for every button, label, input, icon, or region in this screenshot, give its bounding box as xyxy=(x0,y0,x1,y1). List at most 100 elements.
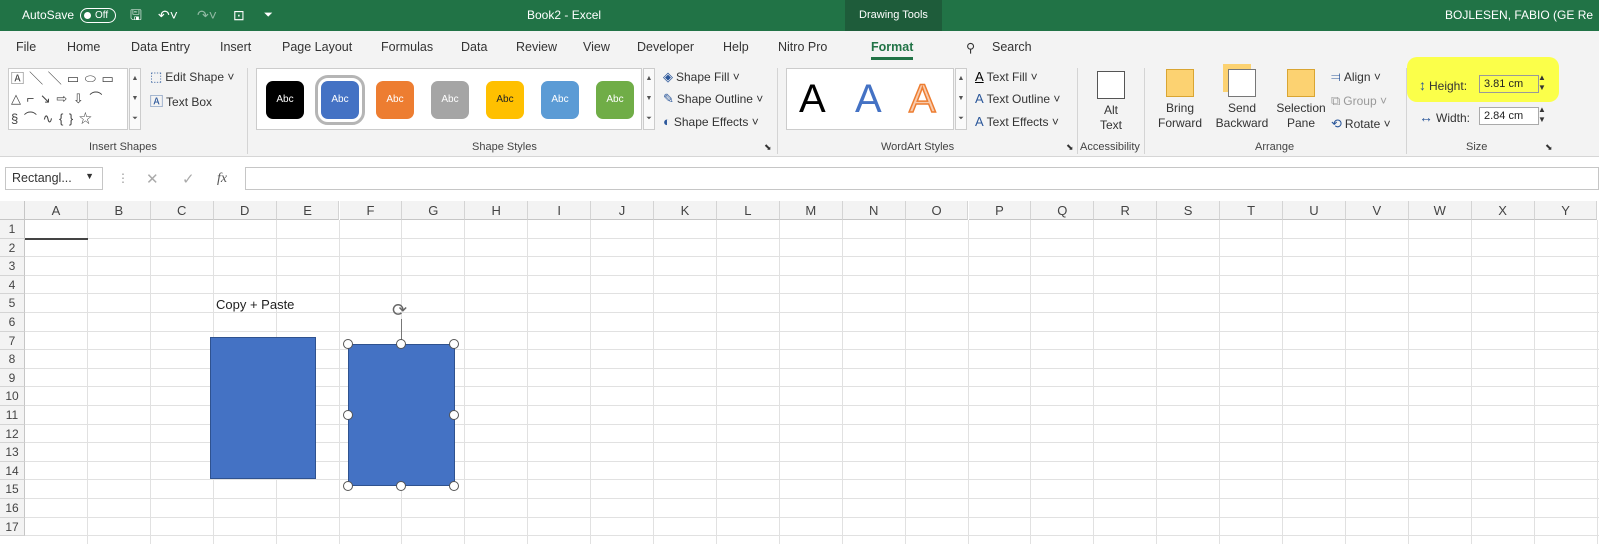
column-header[interactable]: F xyxy=(339,201,403,220)
resize-handle[interactable] xyxy=(449,339,459,349)
row-header[interactable]: 9 xyxy=(0,368,25,388)
tab-data[interactable]: Data xyxy=(461,40,487,54)
wordart-gallery[interactable]: A A A xyxy=(786,68,954,130)
column-header[interactable]: S xyxy=(1157,201,1221,220)
customize-quick-access-icon[interactable]: ⏷ xyxy=(264,7,273,23)
select-all-corner[interactable] xyxy=(0,201,25,220)
undo-icon[interactable]: ↶˅ xyxy=(158,7,178,23)
row-header[interactable]: 2 xyxy=(0,238,25,258)
shapes-gallery-scroll[interactable]: ▲ ▼ ⏷ xyxy=(129,68,141,130)
align-button[interactable]: ⫤ Align ˅ xyxy=(1331,69,1381,85)
resize-handle[interactable] xyxy=(343,481,353,491)
cell-d5-text[interactable]: Copy + Paste xyxy=(216,297,294,312)
tab-page-layout[interactable]: Page Layout xyxy=(282,40,352,54)
shape-row[interactable]: △ ⌐ ↘ ⇨ ⇩ ⌒ xyxy=(11,89,127,109)
shapes-gallery[interactable]: 🄰 ╲ ╲ ▭ ⬭ ▭ △ ⌐ ↘ ⇨ ⇩ ⌒ § ⌒ ∿ { } ☆ xyxy=(8,68,128,130)
row-header[interactable]: 10 xyxy=(0,387,25,406)
row-header[interactable]: 12 xyxy=(0,424,25,444)
rectangle-shape-selected[interactable] xyxy=(348,344,455,486)
shape-fill-button[interactable]: ◈ Shape Fill ˅ xyxy=(663,69,740,85)
row-header[interactable]: 14 xyxy=(0,461,25,481)
column-header[interactable]: G xyxy=(402,201,466,220)
edit-shape-button[interactable]: ⬚ Edit Shape ˅ xyxy=(150,69,234,85)
shape-style-swatch[interactable]: Abc xyxy=(541,81,579,119)
shape-outline-button[interactable]: ✎ Shape Outline ˅ xyxy=(663,91,763,107)
tab-file[interactable]: File xyxy=(16,40,36,54)
text-box-button[interactable]: 🄰 Text Box xyxy=(150,91,212,110)
resize-handle[interactable] xyxy=(449,481,459,491)
row-header[interactable]: 6 xyxy=(0,313,25,332)
row-header[interactable]: 4 xyxy=(0,275,25,295)
name-box-dropdown-icon[interactable]: ▼ xyxy=(85,171,94,181)
column-header[interactable]: A xyxy=(25,201,88,220)
tab-format[interactable]: Format xyxy=(871,40,914,60)
enter-icon[interactable]: ✓ xyxy=(182,170,195,188)
insert-function-icon[interactable]: fx xyxy=(217,171,227,187)
row-header[interactable]: 16 xyxy=(0,499,25,518)
column-header[interactable]: R xyxy=(1094,201,1158,220)
column-header[interactable]: U xyxy=(1283,201,1346,220)
new-sheet-icon[interactable]: ⊡ xyxy=(233,7,245,23)
shape-style-swatch[interactable]: Abc xyxy=(596,81,634,119)
shape-style-swatch[interactable]: Abc xyxy=(315,75,365,125)
rectangle-shape[interactable] xyxy=(210,337,316,479)
row-header[interactable]: 13 xyxy=(0,443,25,462)
column-header[interactable]: C xyxy=(150,201,214,220)
bring-forward-button[interactable]: Bring Forward xyxy=(1152,69,1208,131)
column-header[interactable]: H xyxy=(465,201,529,220)
wordart-style-black[interactable]: A xyxy=(799,77,826,121)
tab-data-entry[interactable]: Data Entry xyxy=(131,40,190,54)
resize-handle[interactable] xyxy=(449,410,459,420)
width-spinner[interactable]: ▲ ▼ xyxy=(1538,105,1546,125)
group-button[interactable]: ⧉ Group ˅ xyxy=(1331,93,1387,109)
redo-icon[interactable]: ↷˅ xyxy=(197,7,217,23)
column-header[interactable]: O xyxy=(905,201,969,220)
wordart-style-orange-outline[interactable]: A xyxy=(908,76,936,122)
row-header[interactable]: 8 xyxy=(0,350,25,369)
column-header[interactable]: X xyxy=(1471,201,1535,220)
shape-styles-gallery[interactable]: Abc Abc Abc Abc Abc Abc Abc xyxy=(256,68,642,130)
row-header[interactable]: 5 xyxy=(0,294,25,313)
column-header[interactable]: V xyxy=(1345,201,1409,220)
shape-style-swatch[interactable]: Abc xyxy=(486,81,524,119)
column-header[interactable]: N xyxy=(842,201,906,220)
text-fill-button[interactable]: A Text Fill ˅ xyxy=(975,69,1038,84)
tab-nitro-pro[interactable]: Nitro Pro xyxy=(778,40,827,54)
text-outline-button[interactable]: A Text Outline ˅ xyxy=(975,91,1060,106)
tab-review[interactable]: Review xyxy=(516,40,557,54)
wordart-style-blue[interactable]: A xyxy=(855,77,882,121)
resize-handle[interactable] xyxy=(396,339,406,349)
selection-pane-button[interactable]: Selection Pane xyxy=(1275,69,1327,131)
user-name[interactable]: BOJLESEN, FABIO (GE Re xyxy=(1445,8,1593,22)
column-header[interactable]: W xyxy=(1408,201,1472,220)
tab-view[interactable]: View xyxy=(583,40,610,54)
formula-input[interactable] xyxy=(245,167,1599,190)
tab-home[interactable]: Home xyxy=(67,40,100,54)
rotate-handle-icon[interactable]: ⟳ xyxy=(392,300,407,321)
shape-row[interactable]: 🄰 ╲ ╲ ▭ ⬭ ▭ xyxy=(11,69,127,89)
dialog-launcher-icon[interactable]: ⬊ xyxy=(1545,142,1553,153)
column-header[interactable]: M xyxy=(779,201,843,220)
tab-developer[interactable]: Developer xyxy=(637,40,694,54)
shape-effects-button[interactable]: ◐ Shape Effects ˅ xyxy=(663,114,759,129)
dialog-launcher-icon[interactable]: ⬊ xyxy=(764,142,772,153)
send-backward-button[interactable]: Send Backward xyxy=(1212,69,1272,131)
height-spinner[interactable]: ▲ ▼ xyxy=(1538,73,1546,93)
styles-gallery-scroll[interactable]: ▲ ▼ ⏷ xyxy=(643,68,655,130)
cancel-icon[interactable]: ✕ xyxy=(146,170,159,188)
shape-style-swatch[interactable]: Abc xyxy=(431,81,469,119)
resize-handle[interactable] xyxy=(343,410,353,420)
tab-formulas[interactable]: Formulas xyxy=(381,40,433,54)
column-header[interactable]: E xyxy=(276,201,340,220)
column-header[interactable]: K xyxy=(654,201,717,220)
row-header[interactable]: 15 xyxy=(0,480,25,499)
shape-style-swatch[interactable]: Abc xyxy=(376,81,414,119)
row-header[interactable]: 11 xyxy=(0,406,25,425)
text-effects-button[interactable]: A Text Effects ˅ xyxy=(975,114,1059,129)
row-header[interactable]: 1 xyxy=(0,220,25,239)
resize-handle[interactable] xyxy=(396,481,406,491)
resize-handle[interactable] xyxy=(343,339,353,349)
column-header[interactable]: J xyxy=(591,201,654,220)
dialog-launcher-icon[interactable]: ⬊ xyxy=(1066,142,1074,153)
shape-style-swatch[interactable]: Abc xyxy=(266,81,304,119)
